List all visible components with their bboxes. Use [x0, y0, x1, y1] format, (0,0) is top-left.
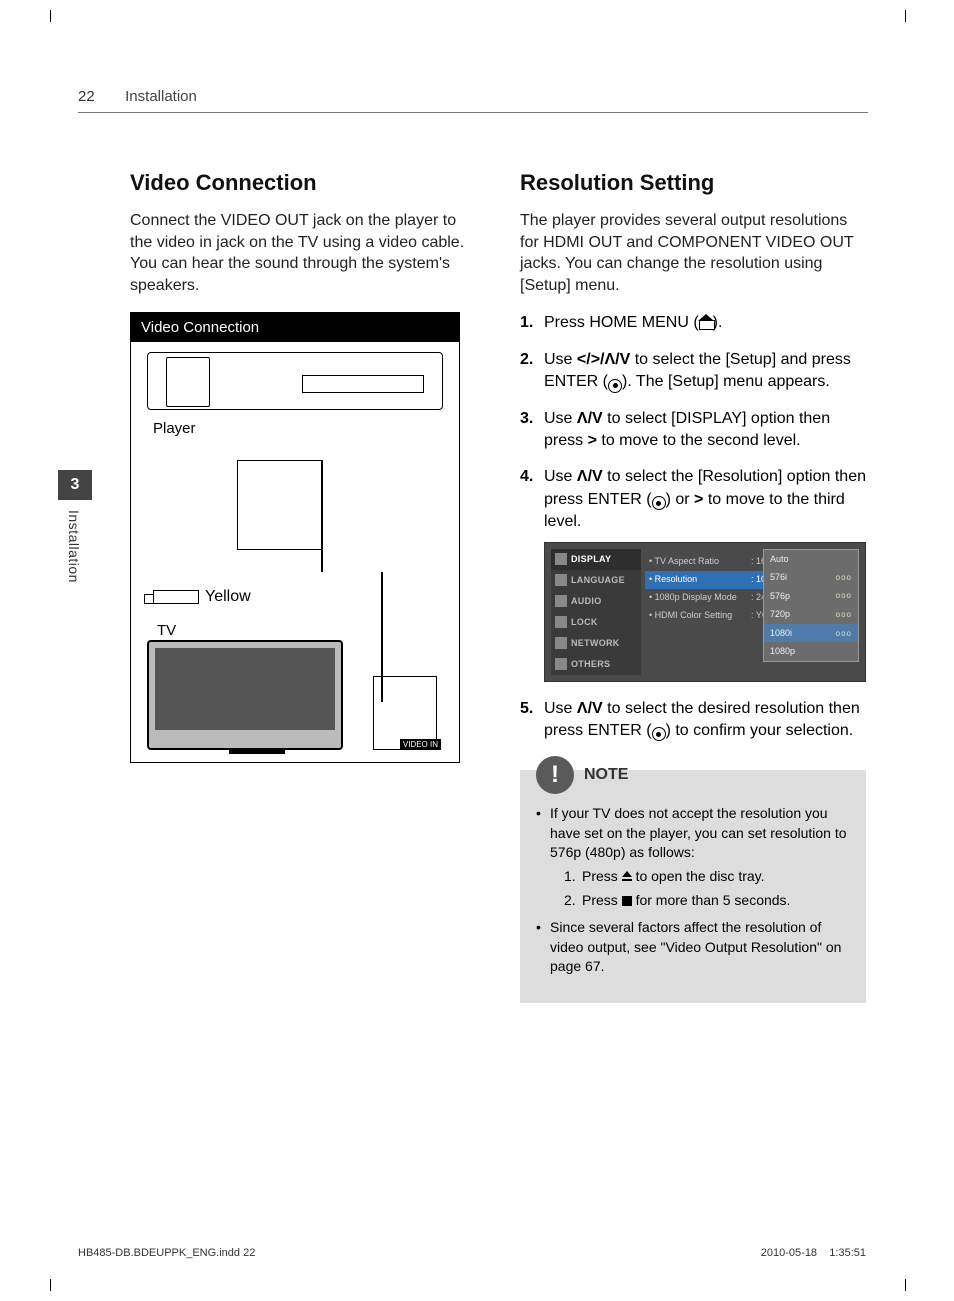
note-substep-1-a: Press	[582, 868, 622, 884]
note-bullet-2: Since several factors affect the resolut…	[536, 918, 850, 977]
cable-line	[321, 460, 323, 572]
step-3-text-a: Use	[544, 410, 577, 427]
note-bullet-1: If your TV does not accept the resolutio…	[536, 804, 850, 910]
right-arrow-icon: >	[588, 432, 597, 449]
page-header: 22 Installation	[78, 88, 868, 113]
video-connection-diagram: Video Connection Player Yellow TV VIDEO …	[130, 312, 460, 763]
note-substep-2-a: Press	[582, 892, 622, 908]
rca-plug-icon	[153, 590, 199, 604]
res-option-1080p: 1080p	[764, 642, 858, 661]
note-box: ! NOTE If your TV does not accept the re…	[520, 770, 866, 1003]
up-down-icon: Λ/V	[577, 700, 603, 717]
video-connection-heading: Video Connection	[130, 170, 476, 196]
video-connection-intro: Connect the VIDEO OUT jack on the player…	[130, 210, 476, 296]
note-substep-1-b: to open the disc tray.	[632, 868, 765, 884]
step-5-text-c: ) to confirm your selection.	[666, 722, 854, 739]
player-label: Player	[153, 420, 196, 437]
setup-sidebar-others: OTHERS	[551, 654, 641, 675]
note-substep-2: 2.Press for more than 5 seconds.	[564, 891, 850, 911]
step-4: Use Λ/V to select the [Resolution] optio…	[520, 466, 866, 681]
nav-arrows-icon: </>/Λ/V	[577, 351, 630, 368]
video-in-port-label: VIDEO IN	[400, 739, 441, 750]
note-title: NOTE	[584, 764, 628, 786]
res-option-576i: 576iooo	[764, 568, 858, 587]
left-column: Video Connection Connect the VIDEO OUT j…	[130, 170, 476, 1181]
footer-file: HB485-DB.BDEUPPK_ENG.indd 22	[78, 1247, 255, 1259]
up-down-icon: Λ/V	[577, 468, 603, 485]
note-substep-1: 1.Press to open the disc tray.	[564, 867, 850, 887]
player-illustration	[147, 352, 443, 410]
up-down-icon: Λ/V	[577, 410, 603, 427]
res-option-1080i: 1080iooo	[764, 624, 858, 643]
step-4-text-c: ) or	[666, 491, 694, 508]
header-section: Installation	[125, 88, 197, 105]
tv-illustration	[147, 640, 343, 750]
setup-sidebar-lock: LOCK	[551, 612, 641, 633]
resolution-setting-heading: Resolution Setting	[520, 170, 866, 196]
setup-sidebar-audio: AUDIO	[551, 591, 641, 612]
page-number: 22	[78, 88, 95, 105]
setup-menu-screenshot: DISPLAY LANGUAGE AUDIO LOCK NETWORK OTHE…	[544, 542, 866, 682]
step-1-text-a: Press HOME MENU (	[544, 314, 699, 331]
step-2-text-c: ). The [Setup] menu appears.	[622, 373, 830, 390]
step-2-text-a: Use	[544, 351, 577, 368]
note-substep-2-b: for more than 5 seconds.	[632, 892, 791, 908]
res-option-720p: 720pooo	[764, 605, 858, 624]
right-column: Resolution Setting The player provides s…	[520, 170, 866, 1181]
res-option-auto: Auto	[764, 550, 858, 569]
eject-icon	[622, 871, 632, 881]
resolution-steps: Press HOME MENU (). Use </>/Λ/V to selec…	[520, 312, 866, 742]
cable-color-label: Yellow	[205, 588, 251, 606]
crop-mark-top	[50, 10, 906, 22]
footer-datetime: 2010-05-18 1:35:51	[761, 1247, 866, 1259]
step-4-text-a: Use	[544, 468, 577, 485]
resolution-setting-intro: The player provides several output resol…	[520, 210, 866, 296]
setup-sidebar: DISPLAY LANGUAGE AUDIO LOCK NETWORK OTHE…	[551, 549, 641, 675]
enter-icon	[652, 496, 666, 510]
step-5: Use Λ/V to select the desired resolution…	[520, 698, 866, 743]
setup-sidebar-network: NETWORK	[551, 633, 641, 654]
note-bullet-1-text: If your TV does not accept the resolutio…	[550, 805, 847, 860]
tv-label: TV	[157, 622, 176, 639]
page-footer: HB485-DB.BDEUPPK_ENG.indd 22 2010-05-18 …	[78, 1247, 866, 1259]
chapter-side-tab: 3 Installation	[58, 470, 92, 583]
stop-icon	[622, 896, 632, 906]
chapter-number: 3	[58, 470, 92, 500]
chapter-label: Installation	[66, 510, 82, 583]
note-badge-icon: !	[536, 756, 574, 794]
step-1: Press HOME MENU ().	[520, 312, 866, 334]
step-3-text-c: to move to the second level.	[597, 432, 801, 449]
right-arrow-icon: >	[694, 491, 703, 508]
step-5-text-a: Use	[544, 700, 577, 717]
rear-panel-illustration	[237, 460, 323, 550]
crop-mark-bottom	[50, 1279, 906, 1291]
setup-sidebar-language: LANGUAGE	[551, 570, 641, 591]
setup-sidebar-display: DISPLAY	[551, 549, 641, 570]
res-option-576p: 576pooo	[764, 587, 858, 606]
enter-icon	[652, 727, 666, 741]
diagram-title: Video Connection	[131, 313, 459, 342]
enter-icon	[608, 379, 622, 393]
cable-color-row: Yellow	[153, 588, 251, 606]
resolution-popup: Auto 576iooo 576pooo 720pooo 1080iooo 10…	[763, 549, 859, 663]
step-3: Use Λ/V to select [DISPLAY] option then …	[520, 408, 866, 453]
step-2: Use </>/Λ/V to select the [Setup] and pr…	[520, 349, 866, 394]
home-icon	[699, 316, 713, 328]
